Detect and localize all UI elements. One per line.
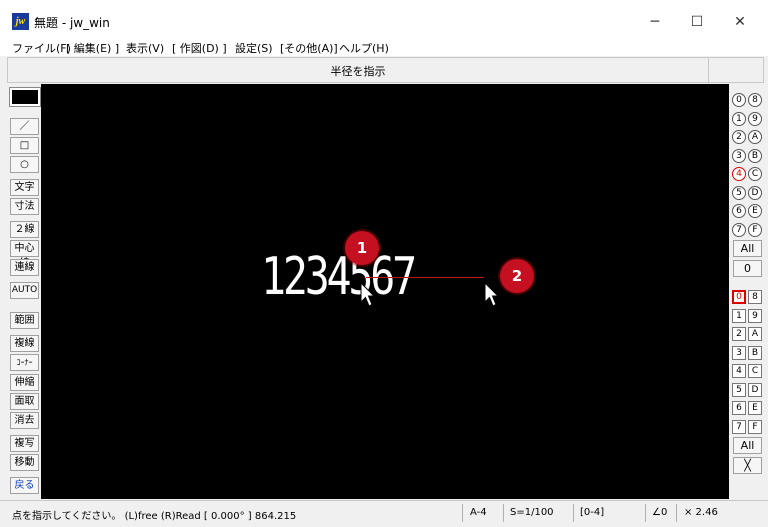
prompt-text: 半径を指示 xyxy=(330,65,386,78)
layer-6-button[interactable]: 6 xyxy=(732,401,746,415)
prompt-divider xyxy=(708,58,709,82)
layer-group-3-button[interactable]: 3 xyxy=(732,148,746,163)
tool-rectangle[interactable]: □ xyxy=(10,137,39,154)
tool-corner[interactable]: ｺｰﾅｰ xyxy=(10,354,39,371)
tool-extend[interactable]: 伸縮 xyxy=(10,374,39,391)
prompt-bar: 半径を指示 xyxy=(7,57,764,83)
status-layer[interactable]: [0-4] xyxy=(580,507,604,518)
status-paper-size[interactable]: A-4 xyxy=(470,507,487,518)
line-attribute-swatch[interactable] xyxy=(9,87,41,107)
layer-d-button[interactable]: D xyxy=(748,382,762,397)
menu-file[interactable]: ファイル(F) xyxy=(12,40,71,56)
cursor-arrow-icon xyxy=(360,282,376,307)
status-divider xyxy=(573,504,574,522)
layer-group-c-button[interactable]: C xyxy=(748,167,762,181)
layer-group-5-button[interactable]: 5 xyxy=(732,185,746,200)
layer-e-button[interactable]: E xyxy=(748,401,762,415)
layer-group-a-button[interactable]: A xyxy=(748,130,762,144)
layer-9-button[interactable]: 9 xyxy=(748,308,762,323)
layer-group-9-button[interactable]: 9 xyxy=(748,111,762,126)
layer-group-1-button[interactable]: 1 xyxy=(732,111,746,126)
tool-continuous-line[interactable]: 連線 xyxy=(10,259,39,276)
tool-undo[interactable]: 戻る xyxy=(10,477,39,494)
menu-bar: ファイル(F) [ 編集(E) ] 表示(V) [ 作図(D) ] 設定(S) … xyxy=(0,38,768,56)
layer-group-d-button[interactable]: D xyxy=(748,185,762,200)
layer-panel: All 0 All ╳ 0123456789ABCDEF0123456789AB… xyxy=(729,84,768,499)
status-bar: 点を指示してください。 (L)free (R)Read [ 0.000° ] 8… xyxy=(0,500,768,527)
menu-settings[interactable]: 設定(S) xyxy=(235,40,273,56)
status-divider xyxy=(462,504,463,522)
status-divider xyxy=(503,504,504,522)
close-button[interactable]: ✕ xyxy=(730,12,750,32)
tool-erase[interactable]: 消去 xyxy=(10,412,39,429)
layer-3-button[interactable]: 3 xyxy=(732,345,746,360)
step-marker-1: 1 xyxy=(345,231,379,265)
radius-rubber-line xyxy=(366,277,484,278)
tool-range[interactable]: 範囲 xyxy=(10,312,39,329)
menu-view[interactable]: 表示(V) xyxy=(126,40,164,56)
layer-5-button[interactable]: 5 xyxy=(732,382,746,397)
tool-center-line[interactable]: 中心線 xyxy=(10,240,39,269)
layer-c-button[interactable]: C xyxy=(748,364,762,378)
minimize-button[interactable]: ─ xyxy=(645,12,665,32)
layer-2-button[interactable]: 2 xyxy=(732,327,746,341)
tool-copy-line[interactable]: 複線 xyxy=(10,335,39,352)
tool-panel: ／ □ ○ 文字 寸法 ２線 中心線 連線 AUTO 範囲 複線 ｺｰﾅｰ 伸縮… xyxy=(7,84,41,499)
layer-b-button[interactable]: B xyxy=(748,345,762,360)
status-scale[interactable]: S=1/100 xyxy=(510,507,554,518)
layer-f-button[interactable]: F xyxy=(748,419,762,434)
layer-group-0-button[interactable]: 0 xyxy=(732,93,746,107)
app-icon: jw xyxy=(12,13,29,30)
layer-group-7-button[interactable]: 7 xyxy=(732,222,746,237)
maximize-button[interactable]: ☐ xyxy=(687,12,707,32)
layer-cross-button[interactable]: ╳ xyxy=(733,457,762,474)
menu-draw[interactable]: [ 作図(D) ] xyxy=(172,40,227,56)
tool-copy[interactable]: 複写 xyxy=(10,435,39,452)
layer-0-button[interactable]: 0 xyxy=(732,290,746,304)
status-angle[interactable]: ∠0 xyxy=(652,507,667,518)
layer-group-4-button[interactable]: 4 xyxy=(732,167,746,181)
cursor-arrow-icon xyxy=(484,282,500,307)
layer-a-button[interactable]: A xyxy=(748,327,762,341)
all-layers-button[interactable]: All xyxy=(733,437,762,454)
step-marker-2: 2 xyxy=(500,259,534,293)
tool-auto[interactable]: AUTO xyxy=(10,282,39,299)
status-divider xyxy=(676,504,677,522)
window-title: 無題 - jw_win xyxy=(34,16,110,30)
status-zoom[interactable]: × 2.46 xyxy=(684,507,718,518)
layer-group-f-button[interactable]: F xyxy=(748,222,762,237)
menu-help[interactable]: ヘルプ(H) xyxy=(339,40,389,56)
layer-8-button[interactable]: 8 xyxy=(748,290,762,304)
layer-1-button[interactable]: 1 xyxy=(732,308,746,323)
tool-move[interactable]: 移動 xyxy=(10,454,39,471)
status-divider xyxy=(645,504,646,522)
menu-other[interactable]: [その他(A)] xyxy=(280,40,338,56)
tool-line[interactable]: ／ xyxy=(10,118,39,135)
layer-group-e-button[interactable]: E xyxy=(748,204,762,218)
drawing-text[interactable]: 1234567 xyxy=(261,249,421,309)
tool-circle[interactable]: ○ xyxy=(10,156,39,173)
all-groups-button[interactable]: All xyxy=(733,240,762,257)
layer-group-8-button[interactable]: 8 xyxy=(748,93,762,107)
layer-group-2-button[interactable]: 2 xyxy=(732,130,746,144)
layer-7-button[interactable]: 7 xyxy=(732,419,746,434)
status-message: 点を指示してください。 (L)free (R)Read [ 0.000° ] 8… xyxy=(12,511,297,522)
tool-dimension[interactable]: 寸法 xyxy=(10,198,39,215)
group-zero-button[interactable]: 0 xyxy=(733,260,762,277)
tool-double-line[interactable]: ２線 xyxy=(10,221,39,238)
layer-group-b-button[interactable]: B xyxy=(748,148,762,163)
tool-chamfer[interactable]: 面取 xyxy=(10,393,39,410)
layer-4-button[interactable]: 4 xyxy=(732,364,746,378)
menu-edit[interactable]: [ 編集(E) ] xyxy=(66,40,119,56)
tool-text[interactable]: 文字 xyxy=(10,179,39,196)
layer-group-6-button[interactable]: 6 xyxy=(732,204,746,218)
